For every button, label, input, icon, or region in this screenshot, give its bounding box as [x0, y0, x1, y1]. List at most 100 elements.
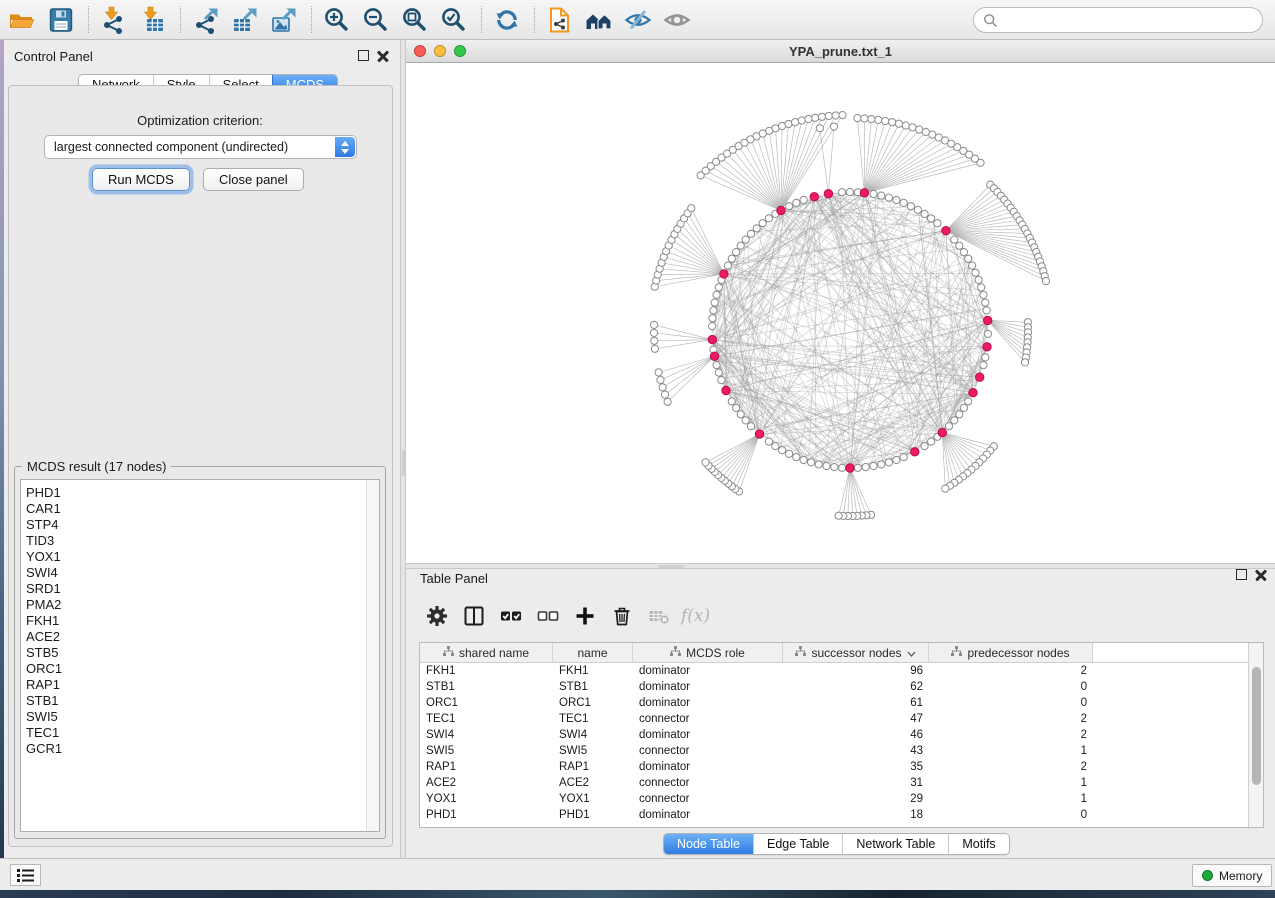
graph-node[interactable]: [980, 291, 987, 298]
tab-edge-table[interactable]: Edge Table: [753, 834, 842, 854]
search-input[interactable]: [998, 13, 1262, 27]
export-table-icon[interactable]: [231, 6, 259, 34]
houses-icon[interactable]: [585, 6, 613, 34]
splitter-grip[interactable]: [658, 565, 684, 568]
memory-button[interactable]: Memory: [1192, 864, 1272, 887]
graph-mcds-node[interactable]: [708, 335, 716, 343]
graph-node[interactable]: [893, 196, 900, 203]
result-node-item[interactable]: SRD1: [26, 581, 379, 597]
graph-node[interactable]: [945, 423, 952, 430]
import-table-icon[interactable]: [139, 6, 167, 34]
table-row-TEC1[interactable]: TEC1TEC1connector472: [420, 711, 1263, 727]
search-field[interactable]: [973, 7, 1263, 33]
run-mcds-button[interactable]: Run MCDS: [92, 168, 190, 191]
graph-leaf-node[interactable]: [1042, 278, 1049, 285]
graph-node[interactable]: [885, 459, 892, 466]
export-image-icon[interactable]: [270, 6, 298, 34]
graph-mcds-node[interactable]: [942, 227, 950, 235]
graph-node[interactable]: [713, 291, 720, 298]
result-node-item[interactable]: ORC1: [26, 661, 379, 677]
graph-leaf-node[interactable]: [661, 391, 668, 398]
export-network-icon[interactable]: [192, 6, 220, 34]
graph-node[interactable]: [779, 447, 786, 454]
result-list-scrollbar[interactable]: [366, 480, 379, 831]
result-node-item[interactable]: STB1: [26, 693, 379, 709]
graph-node[interactable]: [965, 255, 972, 262]
float-panel-icon[interactable]: [1236, 569, 1247, 580]
graph-node[interactable]: [921, 443, 928, 450]
share-document-icon[interactable]: [546, 6, 574, 34]
scrollbar-thumb[interactable]: [1252, 667, 1261, 785]
graph-node[interactable]: [793, 199, 800, 206]
graph-node[interactable]: [965, 398, 972, 405]
table-settings-icon[interactable]: [426, 605, 448, 627]
column-header-successor_nodes[interactable]: successor nodes: [783, 643, 929, 662]
graph-node[interactable]: [980, 362, 987, 369]
graph-mcds-node[interactable]: [846, 464, 854, 472]
graph-node[interactable]: [793, 454, 800, 461]
result-node-item[interactable]: ACE2: [26, 629, 379, 645]
graph-node[interactable]: [984, 330, 991, 337]
graph-node[interactable]: [934, 220, 941, 227]
result-node-item[interactable]: SWI4: [26, 565, 379, 581]
table-row-ACE2[interactable]: ACE2ACE2connector311: [420, 775, 1263, 791]
table-row-SWI5[interactable]: SWI5SWI5connector431: [420, 743, 1263, 759]
graph-leaf-node[interactable]: [895, 120, 902, 127]
column-header-name[interactable]: name: [553, 643, 633, 662]
graph-leaf-node[interactable]: [830, 123, 837, 130]
table-row-RAP1[interactable]: RAP1RAP1dominator352: [420, 759, 1263, 775]
graph-node[interactable]: [978, 284, 985, 291]
graph-leaf-node[interactable]: [832, 112, 839, 119]
tab-node-table[interactable]: Node Table: [664, 834, 753, 854]
table-scrollbar[interactable]: [1248, 643, 1263, 827]
graph-leaf-node[interactable]: [785, 120, 792, 127]
graph-node[interactable]: [715, 284, 722, 291]
graph-node[interactable]: [921, 210, 928, 217]
graph-node[interactable]: [800, 196, 807, 203]
graph-node[interactable]: [742, 236, 749, 243]
graph-node[interactable]: [956, 411, 963, 418]
graph-leaf-node[interactable]: [792, 119, 799, 126]
tab-network-table[interactable]: Network Table: [842, 834, 948, 854]
graph-node[interactable]: [982, 354, 989, 361]
graph-leaf-node[interactable]: [835, 512, 842, 519]
table-row-SWI4[interactable]: SWI4SWI4dominator462: [420, 727, 1263, 743]
graph-node[interactable]: [914, 206, 921, 213]
graph-mcds-node[interactable]: [720, 270, 728, 278]
graph-node[interactable]: [862, 464, 869, 471]
graph-node[interactable]: [709, 315, 716, 322]
mcds-result-list[interactable]: PHD1CAR1STP4TID3YOX1SWI4SRD1PMA2FKH1ACE2…: [20, 479, 380, 832]
refresh-network-icon[interactable]: [493, 6, 521, 34]
graph-node[interactable]: [870, 462, 877, 469]
graph-leaf-node[interactable]: [650, 329, 657, 336]
graph-leaf-node[interactable]: [861, 115, 868, 122]
graph-node[interactable]: [815, 461, 822, 468]
delete-column-icon[interactable]: [611, 605, 633, 627]
graph-leaf-node[interactable]: [651, 321, 658, 328]
graph-leaf-node[interactable]: [818, 113, 825, 120]
graph-node[interactable]: [960, 404, 967, 411]
add-column-icon[interactable]: [574, 605, 596, 627]
graph-mcds-node[interactable]: [969, 389, 977, 397]
graph-leaf-node[interactable]: [902, 122, 909, 129]
graph-node[interactable]: [710, 307, 717, 314]
graph-node[interactable]: [711, 299, 718, 306]
graph-node[interactable]: [718, 377, 725, 384]
graph-node[interactable]: [772, 443, 779, 450]
graph-node[interactable]: [983, 307, 990, 314]
graph-node[interactable]: [728, 255, 735, 262]
graph-mcds-node[interactable]: [984, 316, 992, 324]
column-header-mcds_role[interactable]: MCDS role: [633, 643, 783, 662]
graph-leaf-node[interactable]: [798, 117, 805, 124]
result-node-item[interactable]: SWI5: [26, 709, 379, 725]
graph-mcds-node[interactable]: [976, 373, 984, 381]
splitter-grip[interactable]: [402, 450, 405, 476]
graph-node[interactable]: [800, 456, 807, 463]
graph-leaf-node[interactable]: [875, 116, 882, 123]
graph-node[interactable]: [728, 398, 735, 405]
close-panel-icon[interactable]: [377, 50, 389, 62]
zoom-selected-icon[interactable]: [440, 6, 468, 34]
graph-node[interactable]: [951, 236, 958, 243]
graph-node[interactable]: [854, 464, 861, 471]
graph-node[interactable]: [733, 404, 740, 411]
